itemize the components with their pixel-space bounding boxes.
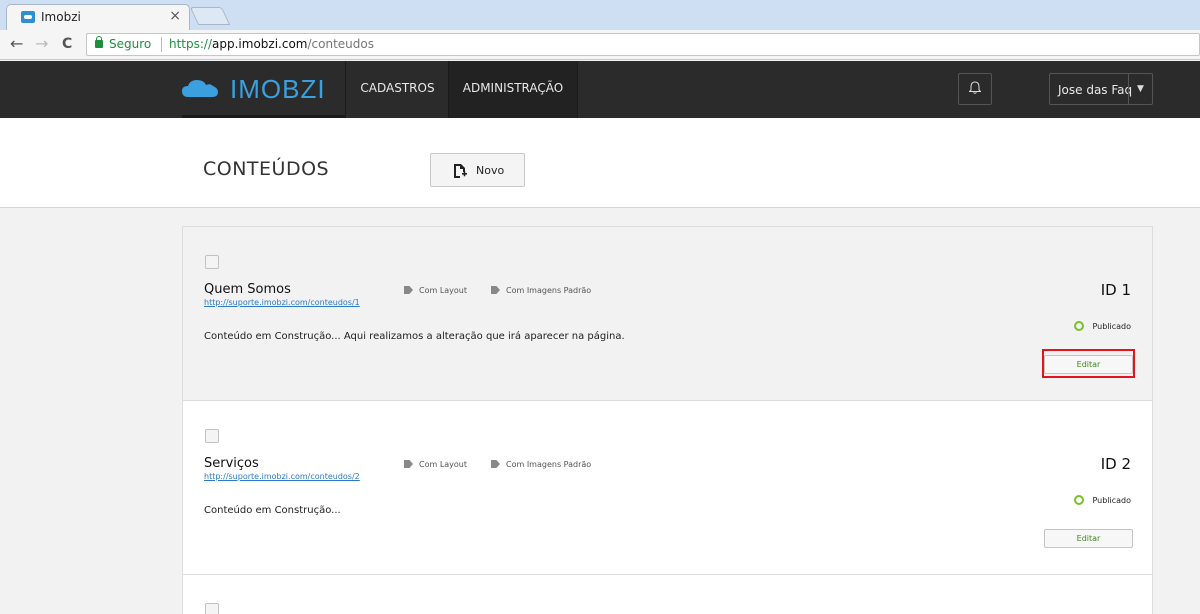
select-checkbox[interactable] (205, 603, 219, 614)
new-document-icon (454, 164, 467, 178)
content-link[interactable]: http://suporte.imobzi.com/conteudos/1 (204, 298, 360, 307)
chevron-down-icon[interactable]: ▼ (1128, 74, 1152, 104)
content-title[interactable]: Quem Somos (204, 282, 291, 297)
tag-icon (404, 460, 413, 468)
content-link[interactable]: http://suporte.imobzi.com/conteudos/2 (204, 472, 360, 481)
content-id: ID 2 (1100, 455, 1131, 473)
browser-tab-strip: Imobzi × (0, 0, 1200, 30)
tag-label: Com Imagens Padrão (506, 460, 592, 469)
tab-close-icon[interactable]: × (169, 8, 181, 24)
app-navbar: IMOBZI CADASTROS ADMINISTRAÇÃO Jose das … (0, 61, 1200, 118)
forward-arrow-icon[interactable]: → (35, 34, 48, 54)
status-label: Publicado (1092, 496, 1131, 505)
new-tab-button[interactable] (189, 7, 231, 25)
status-dot-icon (1074, 321, 1085, 331)
content-item[interactable]: Quem Somos http://suporte.imobzi.com/con… (182, 226, 1153, 401)
edit-button[interactable]: Editar (1044, 355, 1133, 374)
secure-label: Seguro (109, 37, 152, 51)
cloud-logo-icon (182, 80, 218, 97)
url-host: app.imobzi.com (212, 37, 308, 51)
tag-label: Com Layout (419, 460, 468, 469)
url-path: /conteudos (307, 37, 374, 51)
status-label: Publicado (1092, 322, 1131, 331)
new-button-label: Novo (476, 164, 505, 177)
new-content-button[interactable]: Novo (430, 153, 525, 187)
content-id: ID 1 (1100, 281, 1131, 299)
tag-images: Com Imagens Padrão (491, 286, 591, 295)
address-bar[interactable]: Seguro https://app.imobzi.com/conteudos (86, 33, 1200, 56)
lock-icon (95, 36, 103, 48)
content-item[interactable] (182, 574, 1153, 614)
content-list: Quem Somos http://suporte.imobzi.com/con… (182, 226, 1153, 614)
user-menu-button[interactable]: Jose das Faq ▼ (1049, 73, 1153, 105)
omnibox-divider (161, 37, 162, 52)
content-item[interactable]: Serviços http://suporte.imobzi.com/conte… (182, 400, 1153, 575)
url-text: https://app.imobzi.com/conteudos (169, 37, 374, 51)
tab-title: Imobzi (41, 10, 81, 24)
nav-item-administracao[interactable]: ADMINISTRAÇÃO (449, 61, 578, 118)
notifications-button[interactable] (958, 73, 992, 105)
tag-icon (404, 286, 413, 294)
status-badge: Publicado (1074, 495, 1131, 505)
tag-label: Com Imagens Padrão (506, 286, 592, 295)
user-name: Jose das Faq (1058, 83, 1133, 97)
logo-text: IMOBZI (230, 74, 326, 104)
tag-icon (491, 460, 500, 468)
tag-images: Com Imagens Padrão (491, 460, 591, 469)
browser-toolbar: ← → C Seguro https://app.imobzi.com/cont… (0, 30, 1200, 60)
reload-icon[interactable]: C (62, 34, 72, 54)
imobzi-logo[interactable]: IMOBZI (182, 61, 346, 118)
content-description: Conteúdo em Construção... (204, 505, 341, 516)
select-checkbox[interactable] (205, 429, 219, 443)
nav-item-cadastros[interactable]: CADASTROS (347, 61, 449, 118)
tag-layout: Com Layout (404, 460, 467, 469)
select-checkbox[interactable] (205, 255, 219, 269)
edit-button[interactable]: Editar (1044, 529, 1133, 548)
url-scheme: https:// (169, 37, 213, 51)
browser-tab[interactable]: Imobzi × (6, 4, 190, 30)
status-badge: Publicado (1074, 321, 1131, 331)
imobzi-favicon-icon (21, 11, 35, 23)
tag-label: Com Layout (419, 286, 468, 295)
content-description: Conteúdo em Construção... Aqui realizamo… (204, 331, 625, 342)
tag-layout: Com Layout (404, 286, 467, 295)
bell-icon (969, 81, 981, 94)
content-title[interactable]: Serviços (204, 456, 259, 471)
back-arrow-icon[interactable]: ← (10, 34, 23, 54)
tag-icon (491, 286, 500, 294)
page-title: CONTEÚDOS (203, 158, 330, 180)
status-dot-icon (1074, 495, 1085, 505)
page-header: CONTEÚDOS Novo (0, 118, 1200, 208)
